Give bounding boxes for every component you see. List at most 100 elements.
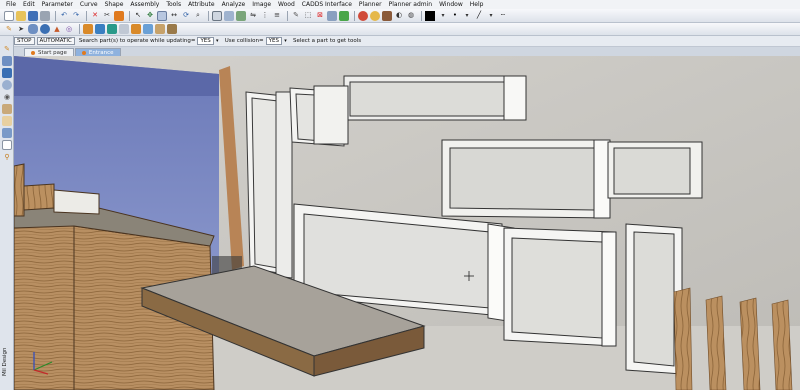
array-icon[interactable]: ⋮ [260,11,270,21]
view-icon[interactable]: ◐ [394,11,404,21]
new-icon[interactable] [4,10,14,21]
align-icon[interactable]: ≡ [272,11,282,21]
info-icon[interactable]: ⚲ [2,152,12,162]
menu-window[interactable]: Window [439,1,463,8]
torus-icon[interactable]: ◎ [64,24,74,34]
magic-icon[interactable]: ✎ [291,11,301,21]
box-icon[interactable] [212,10,222,21]
secondary-toolbar: ✎ ➤ ▲ ◎ [0,23,800,36]
stop-button[interactable]: STOP [14,37,35,45]
cube-icon[interactable] [2,56,12,66]
automatic-button[interactable]: AUTOMATIC [36,37,75,45]
rotate-icon[interactable]: ⟳ [181,11,191,21]
hide-icon[interactable]: ◍ [406,11,416,21]
sphere-icon[interactable] [40,24,50,34]
tab-label: Start page [38,49,67,56]
wheel-icon[interactable]: ◉ [2,92,12,102]
chevron-down-icon[interactable]: ▾ [438,11,448,21]
arrow-icon[interactable]: ➤ [16,24,26,34]
line-weight-icon[interactable]: ┄ [498,11,508,21]
shape-e-icon[interactable] [131,24,141,34]
menu-curve[interactable]: Curve [80,1,98,8]
toolbar-separator [354,10,355,21]
redo-icon[interactable]: ↷ [71,11,81,21]
toolbar-separator [208,10,209,21]
color-icon[interactable] [339,10,349,21]
shape-b-icon[interactable] [95,24,105,34]
menu-parameter[interactable]: Parameter [42,1,73,8]
line-style-icon[interactable]: ╱ [474,11,484,21]
grid-icon[interactable] [157,10,167,21]
side-panel-label[interactable]: Mil Design [2,336,12,376]
menu-file[interactable]: File [6,1,16,8]
shape-c-icon[interactable] [107,24,117,34]
menu-planner-admin[interactable]: Planner admin [389,1,432,8]
cylinder-icon[interactable] [28,24,38,34]
tree-icon[interactable] [2,68,12,78]
layer-icon[interactable] [327,10,337,21]
render-icon[interactable] [358,10,368,21]
menu-assembly[interactable]: Assembly [130,1,159,8]
texture-icon[interactable] [2,104,12,114]
move-icon[interactable]: ✥ [145,11,155,21]
cut-icon[interactable]: ✂ [102,11,112,21]
page-icon [81,50,86,55]
catalog-icon[interactable] [2,128,12,138]
select-icon[interactable]: ⬚ [303,11,313,21]
menu-tools[interactable]: Tools [166,1,181,8]
scene-render [14,56,800,390]
menu-planner[interactable]: Planner [359,1,382,8]
pencil-icon[interactable]: ✎ [4,24,14,34]
chevron-down-icon[interactable]: ▾ [486,11,496,21]
shape-h-icon[interactable] [167,24,177,34]
material-icon[interactable] [2,116,12,126]
menu-bar: File Edit Parameter Curve Shape Assembly… [0,0,800,9]
wall-icon[interactable] [224,10,234,21]
tab-label: Entrance [88,49,114,56]
tab-entrance[interactable]: Entrance [74,48,121,56]
collision-label: Use collision= [224,38,264,44]
shape-g-icon[interactable] [155,24,165,34]
print-icon[interactable] [40,10,50,21]
options-bar: STOP AUTOMATIC Search part(s) to operate… [0,36,800,47]
collision-select[interactable]: YES [265,37,282,45]
3d-viewport[interactable] [14,56,800,390]
camera-icon[interactable] [382,10,392,21]
menu-help[interactable]: Help [470,1,484,8]
open-icon[interactable] [16,10,26,21]
dimension-icon[interactable]: ↔ [169,11,179,21]
delete-icon[interactable]: ✕ [90,11,100,21]
chevron-down-icon[interactable]: ▾ [214,37,221,45]
menu-shape[interactable]: Shape [105,1,124,8]
lamp-icon[interactable] [2,80,12,90]
shape-a-icon[interactable] [83,24,93,34]
save-icon[interactable] [28,10,38,21]
chevron-down-icon[interactable]: ▾ [282,37,289,45]
zoom-icon[interactable]: ⌕ [193,11,203,21]
cancel-icon[interactable]: ⊠ [315,11,325,21]
menu-analyze[interactable]: Analyze [222,1,246,8]
chevron-down-icon[interactable]: ▾ [462,11,472,21]
cone-icon[interactable]: ▲ [52,24,62,34]
menu-cadds-interface[interactable]: CADDS Interface [302,1,352,8]
light-icon[interactable] [370,10,380,21]
pencil-icon[interactable]: ✎ [2,44,12,54]
menu-attribute[interactable]: Attribute [188,1,215,8]
search-parts-select[interactable]: YES [197,37,214,45]
undo-icon[interactable]: ↶ [59,11,69,21]
color-swatch[interactable] [425,10,435,21]
mirror-icon[interactable]: ⇋ [248,11,258,21]
floor-icon[interactable] [236,10,246,21]
menu-wood[interactable]: Wood [278,1,295,8]
shape-f-icon[interactable] [143,24,153,34]
paint-icon[interactable] [114,10,124,21]
menu-edit[interactable]: Edit [23,1,35,8]
page-icon [31,50,35,55]
tab-start-page[interactable]: Start page [24,48,74,56]
pointer-icon[interactable]: ↖ [133,11,143,21]
menu-image[interactable]: Image [252,1,271,8]
document-icon[interactable] [2,140,12,150]
dot-icon[interactable]: • [450,11,460,21]
shape-d-icon[interactable] [119,24,129,34]
toolbar-separator [86,10,87,21]
